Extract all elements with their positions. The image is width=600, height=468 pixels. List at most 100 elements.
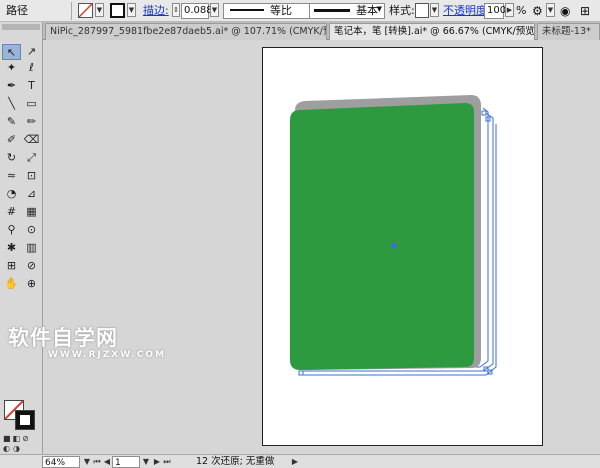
type-tool[interactable]: T [22, 78, 41, 94]
blend-icon: ⊙ [26, 223, 37, 236]
opacity-dropdown[interactable]: ▶ [505, 3, 514, 17]
opacity-input[interactable]: 100 [484, 3, 506, 19]
gradient-tool[interactable]: ▦ [22, 204, 41, 220]
eraser-tool[interactable]: ⌫ [22, 132, 41, 148]
symbol-sprayer-tool[interactable]: ✱ [2, 240, 21, 256]
column-graph-icon: ▥ [26, 241, 37, 254]
artwork [290, 95, 497, 376]
fill-stroke-widget[interactable] [4, 400, 38, 432]
rotate-icon: ↻ [6, 151, 17, 164]
gradient-icon: ▦ [26, 205, 37, 218]
recolor-icon[interactable]: ⚙ [532, 3, 543, 19]
shape-builder-icon: ◔ [6, 187, 17, 200]
stroke-weight-dropdown[interactable]: ▼ [210, 3, 219, 17]
anchor-point[interactable] [481, 110, 487, 116]
last-artboard-button[interactable]: ⏭ [162, 456, 172, 468]
tab-document-3[interactable]: 未标题-13* [537, 23, 600, 40]
divider [71, 2, 72, 20]
variable-width-label: 等比 [270, 4, 292, 17]
pencil-tool[interactable]: ✏ [22, 114, 41, 130]
graphic-style-swatch[interactable] [415, 3, 429, 18]
blob-brush-tool[interactable]: ✐ [2, 132, 21, 148]
paintbrush-tool[interactable]: ✎ [2, 114, 21, 130]
canvas-area[interactable] [43, 40, 600, 454]
rotate-tool[interactable]: ↻ [2, 150, 21, 166]
stroke-swatch[interactable] [110, 3, 125, 18]
zoom-select[interactable]: 64% [42, 456, 80, 468]
style-label: 样式: [389, 4, 415, 17]
selection-tool[interactable]: ↖ [2, 44, 21, 60]
line-icon: ╲ [8, 97, 15, 110]
tools-panel-header[interactable] [2, 24, 40, 30]
mesh-icon: # [6, 205, 17, 218]
align-icon[interactable]: ⊞ [580, 3, 590, 19]
fill-swatch[interactable] [78, 3, 93, 18]
artboard-dropdown[interactable]: ▼ [141, 456, 151, 468]
direct-selection-tool[interactable]: ↗ [22, 44, 41, 60]
status-menu-button[interactable]: ▶ [290, 456, 300, 468]
eraser-icon: ⌫ [23, 133, 40, 146]
status-bar: 64% ▼ ⏮ ◀ 1 ▼ ▶ ⏭ 12 次还原; 无重做 ▶ [0, 454, 600, 468]
pencil-icon: ✏ [26, 115, 37, 128]
watermark-url: WWW.RJZXW.COM [48, 350, 167, 360]
hand-tool[interactable]: ✋ [2, 276, 21, 292]
tab-label: 笔记本，笔 [转换].ai* @ 66.67% (CMYK/预览) [334, 26, 535, 37]
magic-wand-tool[interactable]: ✦ [2, 60, 21, 76]
stroke-weight-input[interactable]: 0.088 [181, 3, 213, 19]
history-status: 12 次还原; 无重做 [196, 456, 275, 467]
perspective-grid-tool[interactable]: ⊿ [22, 186, 41, 202]
variable-width-profile-select[interactable]: 等比 ▼ [223, 3, 317, 19]
anchor-point[interactable] [298, 370, 304, 376]
first-artboard-button[interactable]: ⏮ [92, 456, 102, 468]
paintbrush-icon: ✎ [6, 115, 17, 128]
artboard-icon: ⊞ [6, 259, 17, 272]
warp-tool[interactable]: ≈ [2, 168, 21, 184]
column-graph-tool[interactable]: ▥ [22, 240, 41, 256]
mesh-tool[interactable]: # [2, 204, 21, 220]
free-transform-tool[interactable]: ⊡ [22, 168, 41, 184]
hand-icon: ✋ [4, 277, 19, 290]
opacity-unit: % [516, 4, 527, 17]
chevron-down-icon: ▼ [376, 5, 382, 13]
notebook-cover[interactable] [290, 103, 474, 370]
line-tool[interactable]: ╲ [2, 96, 21, 112]
stroke-box[interactable] [15, 410, 35, 430]
prev-artboard-button[interactable]: ◀ [102, 456, 112, 468]
stroke-dropdown[interactable]: ▼ [127, 3, 136, 17]
scale-tool[interactable]: ⤢ [22, 150, 41, 166]
brush-preview-line [314, 9, 350, 12]
stroke-weight-stepper[interactable]: ⇕ [172, 3, 180, 17]
watermark: 软件自学网 WWW.RJZXW.COM [8, 322, 166, 360]
draw-mode-buttons[interactable]: ◐◑ [3, 444, 39, 454]
fill-dropdown[interactable]: ▼ [95, 3, 104, 17]
blob-brush-icon: ✐ [6, 133, 17, 146]
slice-tool[interactable]: ⊘ [22, 258, 41, 274]
shape-builder-tool[interactable]: ◔ [2, 186, 21, 202]
eyedropper-tool[interactable]: ⚲ [2, 222, 21, 238]
zoom-dropdown[interactable]: ▼ [82, 456, 92, 468]
direct-selection-icon: ↗ [26, 45, 37, 58]
tab-document-1[interactable]: NiPic_287997_5981fbe2e87daeb5.ai* @ 107.… [45, 23, 327, 40]
lasso-tool[interactable]: ℓ [22, 60, 41, 76]
next-artboard-button[interactable]: ▶ [152, 456, 162, 468]
stroke-weight-label[interactable]: 描边: [143, 3, 169, 19]
artboard-number-input[interactable]: 1 [112, 456, 140, 468]
pen-tool[interactable]: ✒ [2, 78, 21, 94]
tools-panel: ↖ ↗ ✦ ℓ ✒ T ╲ ▭ ✎ ✏ ✐ ⌫ ↻ ⤢ ≈ ⊡ ◔ ⊿ # ▦ ⚲ ⊙ ✱ ▥ ⊞ ⊘ ✋ ⊕ ■◧⊘ ◐◑ [0, 22, 43, 454]
isolate-icon[interactable]: ◉ [560, 3, 570, 19]
color-mode-buttons[interactable]: ■◧⊘ [3, 434, 39, 444]
recolor-dropdown[interactable]: ▼ [546, 3, 555, 17]
rectangle-tool[interactable]: ▭ [22, 96, 41, 112]
tab-document-2[interactable]: 笔记本，笔 [转换].ai* @ 66.67% (CMYK/预览) × [329, 23, 535, 40]
graphic-style-dropdown[interactable]: ▼ [430, 3, 439, 17]
tab-label: NiPic_287997_5981fbe2e87daeb5.ai* @ 107.… [50, 26, 327, 37]
stroke-preview-line [230, 9, 264, 11]
artboard-tool[interactable]: ⊞ [2, 258, 21, 274]
none-fill-icon [78, 3, 93, 18]
brush-definition-select[interactable]: 基本 ▼ [309, 3, 385, 19]
rectangle-icon: ▭ [26, 97, 37, 110]
scale-icon: ⤢ [27, 151, 36, 164]
slice-icon: ⊘ [26, 259, 37, 272]
blend-tool[interactable]: ⊙ [22, 222, 41, 238]
zoom-tool[interactable]: ⊕ [22, 276, 41, 292]
